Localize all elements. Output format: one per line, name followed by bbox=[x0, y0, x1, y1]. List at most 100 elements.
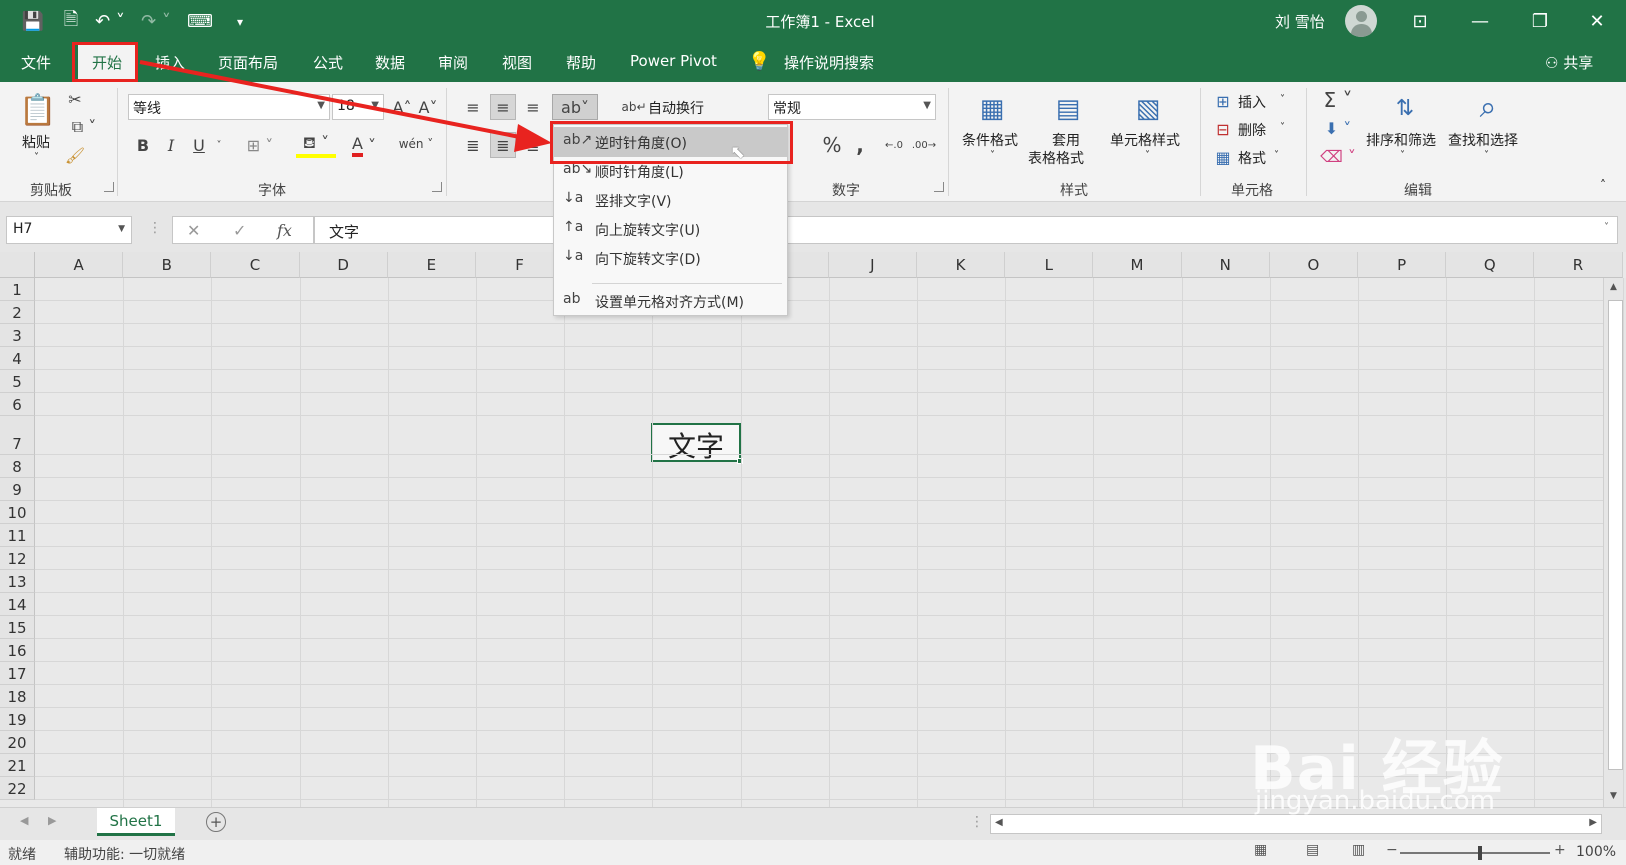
increase-decimal-icon[interactable]: ←.0 bbox=[880, 132, 908, 158]
select-all-corner[interactable] bbox=[0, 252, 35, 278]
minimize-icon[interactable]: — bbox=[1455, 0, 1505, 43]
sheet-next-icon[interactable]: ▶ bbox=[48, 814, 56, 827]
zoom-in-icon[interactable]: + bbox=[1554, 842, 1566, 858]
align-top-icon[interactable]: ≡ bbox=[460, 94, 486, 120]
font-name-combo[interactable]: 等线 ▼ bbox=[128, 94, 330, 120]
delete-cells-button[interactable]: 删除 bbox=[1238, 120, 1266, 140]
paste-chevron-icon[interactable]: ˅ bbox=[34, 152, 39, 163]
increase-font-icon[interactable]: A˄ bbox=[390, 94, 414, 120]
column-header[interactable]: Q bbox=[1446, 252, 1535, 278]
paste-icon[interactable]: 📋 bbox=[19, 90, 56, 130]
row-header[interactable]: 10 bbox=[0, 501, 35, 524]
insert-function-icon[interactable]: fx bbox=[277, 221, 292, 240]
column-header[interactable]: E bbox=[387, 252, 476, 278]
row-header[interactable]: 11 bbox=[0, 524, 35, 547]
customize-toolbar-icon[interactable]: ▾ bbox=[226, 0, 254, 43]
add-sheet-icon[interactable]: + bbox=[206, 812, 226, 832]
zoom-level[interactable]: 100% bbox=[1576, 844, 1616, 860]
tab-help[interactable]: 帮助 bbox=[566, 52, 596, 73]
zoom-slider-thumb[interactable] bbox=[1478, 846, 1482, 860]
save-icon[interactable]: 💾 bbox=[18, 0, 48, 43]
menu-item[interactable]: ↓a 竖排文字(V) bbox=[554, 185, 787, 215]
cut-icon[interactable]: ✂ bbox=[64, 88, 86, 110]
column-header[interactable]: P bbox=[1358, 252, 1447, 278]
format-painter-icon[interactable]: 🖌 bbox=[64, 144, 86, 166]
fill-icon[interactable]: ⬇ ˅ bbox=[1318, 116, 1358, 140]
sort-filter-icon[interactable]: ⇅ bbox=[1384, 88, 1426, 128]
format-cells-button[interactable]: 格式 bbox=[1238, 148, 1266, 168]
redo-icon[interactable]: ↷ ˅ bbox=[138, 0, 174, 43]
tab-view[interactable]: 视图 bbox=[502, 52, 532, 73]
zoom-out-icon[interactable]: − bbox=[1386, 842, 1398, 858]
restore-icon[interactable]: ❐ bbox=[1515, 0, 1565, 43]
decrease-decimal-icon[interactable]: .00→ bbox=[910, 132, 938, 158]
column-header[interactable]: D bbox=[299, 252, 388, 278]
fill-color-icon[interactable]: ⛾ ˅ bbox=[296, 132, 336, 158]
sheet-prev-icon[interactable]: ◀ bbox=[20, 814, 28, 827]
ribbon-display-icon[interactable]: ⊡ bbox=[1395, 0, 1445, 43]
phonetic-icon[interactable]: wén ˅ bbox=[396, 130, 436, 158]
row-header[interactable]: 3 bbox=[0, 324, 35, 347]
row-header[interactable]: 15 bbox=[0, 616, 35, 639]
tab-power-pivot[interactable]: Power Pivot bbox=[630, 52, 717, 70]
insert-cells-button[interactable]: 插入 bbox=[1238, 92, 1266, 112]
row-header[interactable]: 9 bbox=[0, 478, 35, 501]
touch-mode-icon[interactable]: ⌨ bbox=[186, 0, 214, 43]
column-header[interactable]: B bbox=[123, 252, 212, 278]
row-header[interactable]: 12 bbox=[0, 547, 35, 570]
wrap-text-button[interactable]: 自动换行 bbox=[648, 98, 704, 118]
align-center-icon[interactable]: ≣ bbox=[490, 132, 516, 158]
selected-cell-h7[interactable]: 文字 bbox=[651, 423, 743, 464]
accessibility-status[interactable]: 辅助功能: 一切就绪 bbox=[64, 844, 185, 864]
collapse-ribbon-icon[interactable]: ˄ bbox=[1600, 178, 1606, 192]
search-icon[interactable]: ⌕ bbox=[1468, 86, 1508, 128]
row-header[interactable]: 1 bbox=[0, 278, 35, 301]
format-as-table-label-2[interactable]: 表格格式 bbox=[1028, 148, 1084, 168]
percent-button[interactable]: % bbox=[818, 132, 846, 158]
column-header[interactable]: N bbox=[1181, 252, 1270, 278]
orientation-button[interactable]: ab˅ bbox=[552, 94, 598, 120]
cell-styles-button[interactable]: 单元格样式 bbox=[1110, 130, 1180, 150]
font-size-combo[interactable]: 18 ▼ bbox=[332, 94, 384, 120]
sheet-tab-sheet1[interactable]: Sheet1 bbox=[97, 808, 175, 836]
row-header[interactable]: 13 bbox=[0, 570, 35, 593]
print-preview-icon[interactable]: 🗎 bbox=[56, 0, 86, 43]
menu-item[interactable]: ↓a 向下旋转文字(D) bbox=[554, 243, 787, 273]
tab-review[interactable]: 审阅 bbox=[438, 52, 468, 73]
horizontal-scrollbar[interactable]: ◀ ▶ bbox=[990, 814, 1602, 834]
find-select-button[interactable]: 查找和选择 bbox=[1448, 130, 1518, 150]
cancel-icon[interactable]: ✕ bbox=[187, 221, 200, 240]
expand-formula-icon[interactable]: ˅ bbox=[1604, 222, 1609, 233]
scroll-down-icon[interactable]: ▼ bbox=[1610, 791, 1617, 801]
align-bottom-icon[interactable]: ≡ bbox=[520, 94, 546, 120]
number-format-combo[interactable]: 常规 ▼ bbox=[768, 94, 936, 120]
format-as-table-label-1[interactable]: 套用 bbox=[1052, 130, 1080, 150]
tell-me-search[interactable]: 操作说明搜索 bbox=[784, 52, 874, 73]
bold-button[interactable]: B bbox=[132, 132, 154, 158]
conditional-format-icon[interactable]: ▦ bbox=[974, 88, 1010, 130]
tab-file[interactable]: 文件 bbox=[21, 52, 51, 73]
conditional-format-button[interactable]: 条件格式 bbox=[962, 130, 1018, 150]
page-break-view-icon[interactable]: ▥ bbox=[1352, 842, 1365, 858]
align-right-icon[interactable]: ≣ bbox=[520, 132, 546, 158]
column-header[interactable]: L bbox=[1005, 252, 1094, 278]
column-header[interactable]: J bbox=[828, 252, 917, 278]
column-header[interactable]: F bbox=[476, 252, 565, 278]
number-launcher-icon[interactable] bbox=[934, 182, 944, 192]
underline-button[interactable]: U bbox=[188, 132, 210, 158]
row-header[interactable]: 17 bbox=[0, 662, 35, 685]
user-name[interactable]: 刘 雪怡 bbox=[1275, 11, 1325, 32]
align-middle-icon[interactable]: ≡ bbox=[490, 94, 516, 120]
row-header[interactable]: 22 bbox=[0, 777, 35, 800]
column-header[interactable]: K bbox=[917, 252, 1006, 278]
menu-item[interactable]: ab 设置单元格对齐方式(M) bbox=[554, 286, 787, 316]
row-header[interactable]: 8 bbox=[0, 455, 35, 478]
row-header[interactable]: 4 bbox=[0, 347, 35, 370]
column-header[interactable]: M bbox=[1093, 252, 1182, 278]
align-left-icon[interactable]: ≣ bbox=[460, 132, 486, 158]
column-header[interactable]: O bbox=[1269, 252, 1358, 278]
avatar[interactable] bbox=[1345, 5, 1377, 37]
tab-formulas[interactable]: 公式 bbox=[313, 52, 343, 73]
scroll-right-icon[interactable]: ▶ bbox=[1589, 817, 1597, 828]
scroll-left-icon[interactable]: ◀ bbox=[995, 817, 1003, 828]
